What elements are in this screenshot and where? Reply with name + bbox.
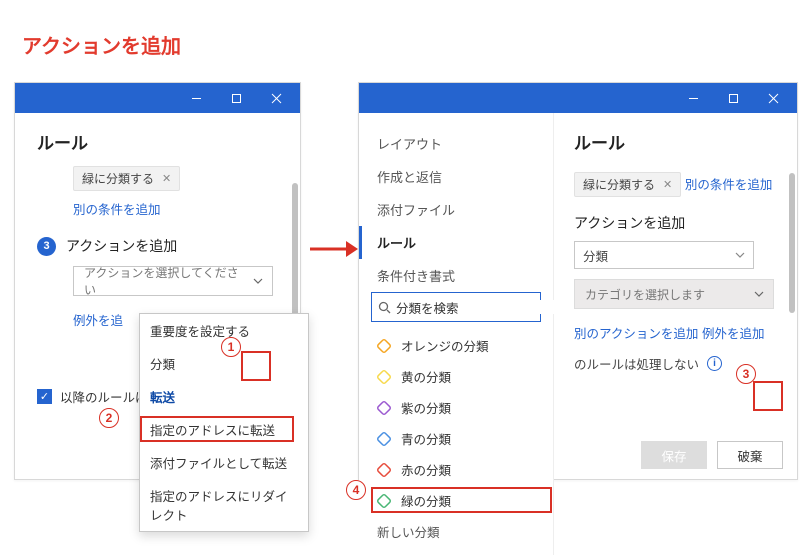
dd-forward-attachment[interactable]: 添付ファイルとして転送 [140,446,308,479]
tag-icon [374,491,394,511]
add-exception-link[interactable]: 例外を追 [73,310,123,329]
action-select[interactable]: アクションを選択してください [73,266,273,296]
dd-forward-address[interactable]: 指定のアドレスに転送 [140,413,308,446]
tag-icon [374,336,394,356]
category-label: 青の分類 [401,429,451,448]
chevron-down-icon [735,250,745,260]
action-select-value: 分類 [583,246,608,265]
settings-sidebar: レイアウト 作成と返信 添付ファイル ルール 条件付き書式 オレンジの分類 黄の… [359,113,554,555]
tag-icon [374,429,394,449]
close-button[interactable] [256,83,296,113]
maximize-button[interactable] [216,83,256,113]
category-blue[interactable]: 青の分類 [359,423,553,454]
category-label: 新しい分類 [377,522,440,541]
category-label: 黄の分類 [401,367,451,386]
scrollbar-thumb[interactable] [292,183,298,333]
stop-rules-label: のルールは処理しない [574,354,699,373]
sidebar-item-attach[interactable]: 添付ファイル [359,193,553,226]
callout-4: 4 [346,480,366,500]
category-label: 赤の分類 [401,460,451,479]
rules-editor: ルール 緑に分類する ✕ 別の条件を追加 アクションを追加 分類 カテゴリを選択… [554,113,797,479]
sidebar-item-compose[interactable]: 作成と返信 [359,160,553,193]
callout-3: 3 [736,364,756,384]
page-heading: アクションを追加 [22,30,181,59]
action-select[interactable]: 分類 [574,241,754,269]
discard-button[interactable]: 破棄 [717,441,783,469]
condition-chip[interactable]: 緑に分類する ✕ [73,166,180,191]
titlebar [359,83,797,113]
category-search[interactable] [371,292,541,322]
category-label: 緑の分類 [401,491,451,510]
scrollbar-thumb[interactable] [789,173,795,313]
step-number-badge: 3 [37,237,56,256]
checkbox-checked-icon[interactable]: ✓ [37,389,52,404]
tag-icon [374,460,394,480]
save-button[interactable]: 保存 [641,441,707,469]
minimize-button[interactable] [176,83,216,113]
sidebar-item-rules[interactable]: ルール [359,226,553,259]
search-input[interactable] [396,300,557,314]
chip-remove-icon[interactable]: ✕ [162,172,171,185]
category-yellow[interactable]: 黄の分類 [359,361,553,392]
category-select[interactable]: カテゴリを選択します [574,279,774,309]
close-button[interactable] [753,83,793,113]
category-new[interactable]: 新しい分類 [359,516,553,547]
arrow-icon [308,237,358,261]
titlebar [15,83,300,113]
category-purple[interactable]: 紫の分類 [359,392,553,423]
chip-remove-icon[interactable]: ✕ [663,178,672,191]
add-condition-link[interactable]: 別の条件を追加 [73,199,161,218]
category-green[interactable]: 緑の分類 [359,485,553,516]
callout-1: 1 [221,337,241,357]
panel-title: ルール [574,129,779,154]
sidebar-item-layout[interactable]: レイアウト [359,127,553,160]
category-label: 紫の分類 [401,398,451,417]
chevron-down-icon[interactable] [745,280,773,308]
stop-rules-label: 以降のルールは [60,387,148,406]
category-placeholder: カテゴリを選択します [585,286,705,303]
maximize-button[interactable] [713,83,753,113]
rules-pane-left: ルール 緑に分類する ✕ 別の条件を追加 3 アクションを追加 アクションを選択… [14,82,301,480]
panel-title: ルール [33,129,282,154]
chip-label: 緑に分類する [583,176,655,193]
condition-chip[interactable]: 緑に分類する ✕ [574,172,681,197]
add-condition-link[interactable]: 別の条件を追加 [685,174,773,193]
info-icon[interactable]: i [707,356,722,371]
chevron-down-icon[interactable] [245,267,272,295]
add-action-link[interactable]: 別のアクションを追加 [574,323,698,342]
add-exception-link[interactable]: 例外を追加 [702,323,765,342]
search-icon [378,301,391,314]
category-label: オレンジの分類 [401,336,489,355]
callout-2: 2 [99,408,119,428]
rules-pane-right: レイアウト 作成と返信 添付ファイル ルール 条件付き書式 オレンジの分類 黄の… [358,82,798,480]
category-red[interactable]: 赤の分類 [359,454,553,485]
tag-icon [374,367,394,387]
action-select-placeholder: アクションを選択してください [84,264,245,298]
sidebar-item-cond-format[interactable]: 条件付き書式 [359,259,553,292]
dd-redirect[interactable]: 指定のアドレスにリダイレクト [140,479,308,531]
category-color-list: オレンジの分類 黄の分類 紫の分類 青の分類 赤の分類 緑の分類 新しい分類 [359,328,553,549]
step-add-action: 3 アクションを追加 [37,236,282,256]
step-label: アクションを追加 [574,213,779,233]
step-label: アクションを追加 [66,236,177,256]
chip-label: 緑に分類する [82,170,154,187]
dialog-footer: 保存 破棄 [641,441,783,469]
tag-icon [374,398,394,418]
dd-forward-header: 転送 [140,380,308,413]
category-orange[interactable]: オレンジの分類 [359,330,553,361]
minimize-button[interactable] [673,83,713,113]
